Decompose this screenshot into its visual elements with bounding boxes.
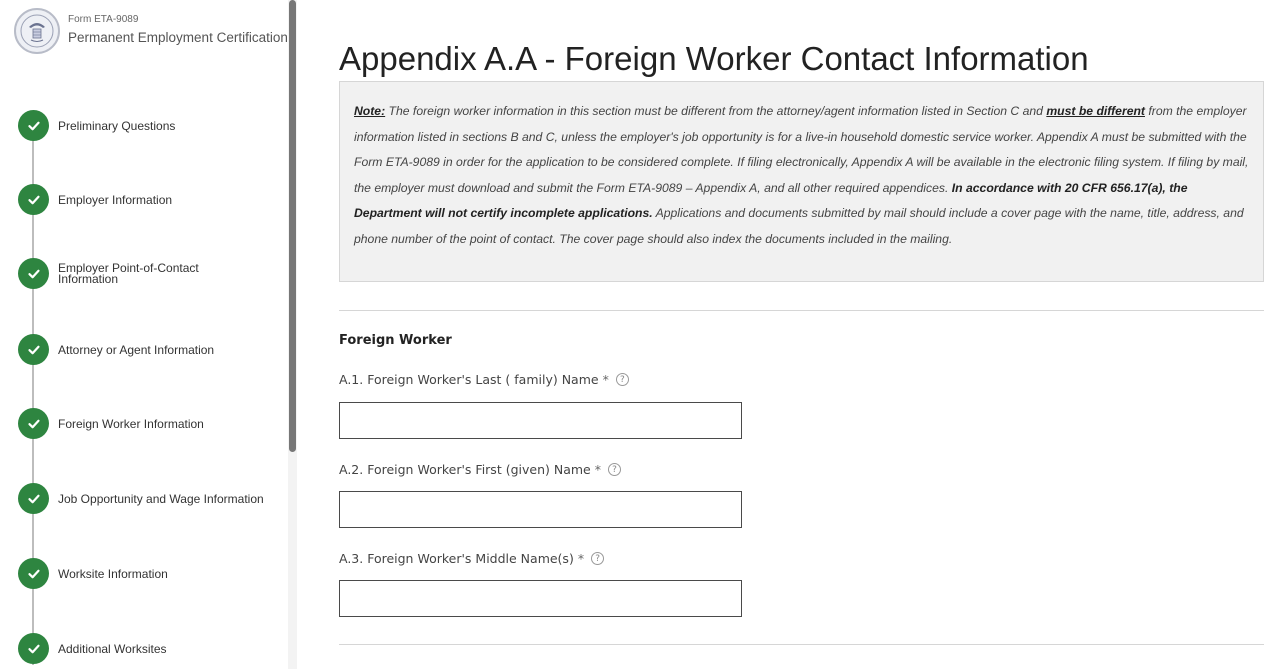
first-name-input[interactable] [339, 491, 742, 528]
first-name-label: A.2. Foreign Worker's First (given) Name… [339, 462, 621, 477]
sidebar-nav: Form ETA-9089 Permanent Employment Certi… [0, 0, 288, 669]
middle-name-label: A.3. Foreign Worker's Middle Name(s) * ? [339, 551, 605, 566]
app-name: Permanent Employment Certification [68, 30, 288, 45]
step-label: Worksite Information [58, 566, 168, 581]
check-icon [18, 184, 49, 215]
required-marker: * [602, 372, 609, 387]
check-icon [18, 558, 49, 589]
step-label: Attorney or Agent Information [58, 342, 215, 357]
check-icon [18, 258, 49, 289]
step-attorney-agent-information[interactable]: Attorney or Agent Information [18, 334, 280, 365]
form-number: Form ETA-9089 [68, 14, 139, 25]
step-label: Employer Point-of-Contact Information [58, 260, 199, 286]
check-icon [18, 334, 49, 365]
step-label: Employer Information [58, 192, 173, 207]
brand-header: Form ETA-9089 Permanent Employment Certi… [14, 8, 288, 54]
field-label-text: A.2. Foreign Worker's First (given) Name [339, 462, 591, 477]
divider [339, 644, 1264, 645]
divider [339, 310, 1264, 311]
step-job-opportunity-wage[interactable]: Job Opportunity and Wage Information [18, 483, 280, 514]
field-label-text: A.1. Foreign Worker's Last ( family) Nam… [339, 372, 599, 387]
required-marker: * [594, 462, 601, 477]
step-foreign-worker-information[interactable]: Foreign Worker Information [18, 408, 280, 439]
last-name-input[interactable] [339, 402, 742, 439]
step-employer-poc-information[interactable]: Employer Point-of-Contact Information [18, 258, 280, 289]
step-employer-information[interactable]: Employer Information [18, 184, 280, 215]
dol-seal-logo [14, 8, 60, 54]
step-label: Preliminary Questions [58, 118, 176, 133]
help-icon[interactable]: ? [591, 552, 605, 565]
step-additional-worksites[interactable]: Additional Worksites [18, 633, 280, 664]
main-content: Appendix A.A - Foreign Worker Contact In… [339, 0, 1265, 669]
step-worksite-information[interactable]: Worksite Information [18, 558, 280, 589]
middle-name-input[interactable] [339, 580, 742, 617]
note-box: Note: The foreign worker information in … [339, 81, 1264, 282]
section-heading: Foreign Worker [339, 333, 452, 348]
step-label: Foreign Worker Information [58, 416, 204, 431]
step-preliminary-questions[interactable]: Preliminary Questions [18, 110, 280, 141]
last-name-label: A.1. Foreign Worker's Last ( family) Nam… [339, 372, 629, 387]
check-icon [18, 110, 49, 141]
step-label: Additional Worksites [58, 641, 167, 656]
check-icon [18, 633, 49, 664]
page-title: Appendix A.A - Foreign Worker Contact In… [339, 40, 1089, 78]
scrollbar-thumb[interactable] [289, 0, 296, 452]
required-marker: * [577, 551, 585, 566]
step-label: Job Opportunity and Wage Information [58, 491, 264, 506]
note-emphasis-1: must be different [1046, 104, 1145, 118]
field-label-text: A.3. Foreign Worker's Middle Name(s) [339, 551, 574, 566]
note-lead: Note: [354, 104, 386, 118]
note-text-1: The foreign worker information in this s… [385, 104, 1047, 118]
check-icon [18, 483, 49, 514]
sidebar-scrollbar[interactable] [288, 0, 297, 669]
check-icon [18, 408, 49, 439]
help-icon[interactable]: ? [607, 463, 621, 476]
help-icon[interactable]: ? [615, 373, 629, 386]
